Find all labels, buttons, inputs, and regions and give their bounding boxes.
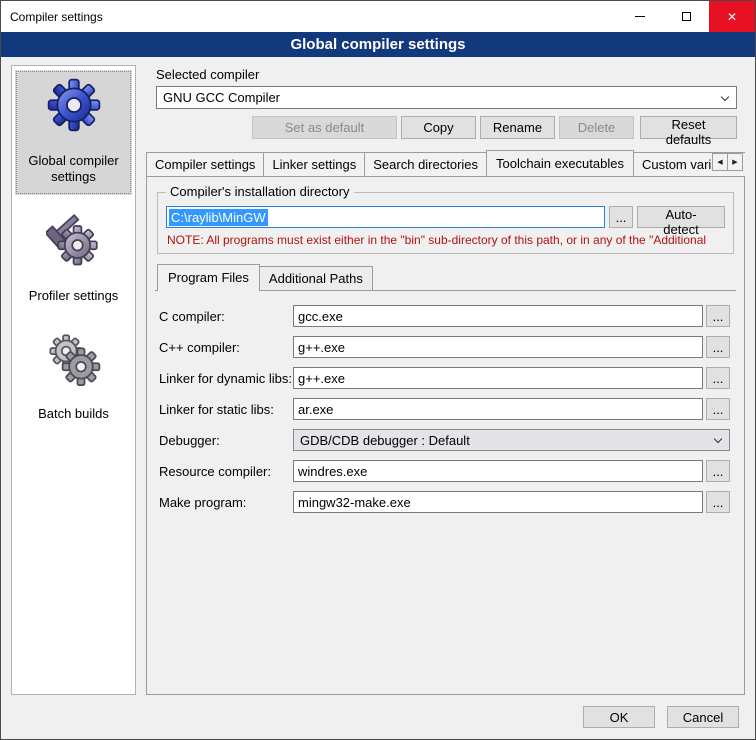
settings-category-sidebar: Global compiler settings — [11, 65, 136, 695]
sidebar-item-label: Profiler settings — [17, 288, 130, 304]
main-panel: Selected compiler GNU GCC Compiler Set a… — [146, 65, 745, 695]
selected-compiler-label: Selected compiler — [156, 67, 737, 82]
linker-dynamic-label: Linker for dynamic libs: — [159, 371, 293, 386]
linker-dynamic-browse-button[interactable]: ... — [706, 367, 730, 389]
installation-directory-group: Compiler's installation directory C:\ray… — [157, 192, 734, 254]
tab-scroll-controls: ◀ ▶ — [713, 153, 743, 171]
tab-additional-paths[interactable]: Additional Paths — [259, 266, 373, 290]
chevron-down-icon — [721, 93, 729, 101]
chevron-down-icon — [714, 435, 722, 443]
form-row: Make program: ... — [159, 491, 730, 513]
ok-button[interactable]: OK — [583, 706, 655, 728]
installation-directory-value: C:\raylib\MinGW — [169, 209, 268, 226]
titlebar[interactable]: Compiler settings ✕ — [1, 1, 755, 32]
debugger-label: Debugger: — [159, 433, 293, 448]
tab-scroll-right-button[interactable]: ▶ — [727, 153, 743, 171]
form-row: Resource compiler: ... — [159, 460, 730, 482]
compiler-actions-row: Set as default Copy Rename Delete Reset … — [156, 116, 737, 139]
installation-directory-input[interactable]: C:\raylib\MinGW — [166, 206, 605, 228]
delete-button: Delete — [559, 116, 634, 139]
tab-program-files[interactable]: Program Files — [157, 264, 260, 291]
maximize-icon — [682, 12, 691, 21]
dialog-header-title: Global compiler settings — [1, 32, 755, 57]
sidebar-item-label: Global compiler settings — [17, 153, 130, 186]
program-files-panel: C compiler: ... C++ compiler: ... Linker… — [155, 291, 736, 686]
selected-compiler-value: GNU GCC Compiler — [163, 90, 280, 105]
cpp-compiler-label: C++ compiler: — [159, 340, 293, 355]
form-row: C++ compiler: ... — [159, 336, 730, 358]
copy-button[interactable]: Copy — [401, 116, 476, 139]
maximize-button[interactable] — [663, 1, 709, 32]
set-as-default-button: Set as default — [252, 116, 397, 139]
resource-compiler-label: Resource compiler: — [159, 464, 293, 479]
resource-compiler-input[interactable] — [293, 460, 703, 482]
installation-directory-group-title: Compiler's installation directory — [166, 184, 354, 199]
cpp-compiler-input[interactable] — [293, 336, 703, 358]
installation-directory-row: C:\raylib\MinGW ... Auto-detect — [166, 206, 725, 228]
auto-detect-button[interactable]: Auto-detect — [637, 206, 725, 228]
c-compiler-browse-button[interactable]: ... — [706, 305, 730, 327]
form-row: Linker for static libs: ... — [159, 398, 730, 420]
linker-static-input[interactable] — [293, 398, 703, 420]
batch-builds-gears-icon — [46, 330, 102, 386]
close-icon: ✕ — [727, 10, 737, 24]
cpp-compiler-browse-button[interactable]: ... — [706, 336, 730, 358]
close-button[interactable]: ✕ — [709, 1, 755, 32]
make-program-browse-button[interactable]: ... — [706, 491, 730, 513]
blue-gear-icon — [46, 77, 102, 133]
cancel-button[interactable]: Cancel — [667, 706, 739, 728]
form-row: Linker for dynamic libs: ... — [159, 367, 730, 389]
program-files-tabbar: Program Files Additional Paths — [155, 264, 736, 291]
tab-compiler-settings[interactable]: Compiler settings — [146, 152, 264, 176]
minimize-icon — [635, 16, 645, 17]
settings-tabbar: Compiler settings Linker settings Search… — [146, 150, 745, 176]
arrow-left-icon: ◀ — [717, 158, 722, 166]
installation-note: NOTE: All programs must exist either in … — [167, 233, 725, 247]
tab-scroll-left-button[interactable]: ◀ — [712, 153, 728, 171]
toolchain-executables-panel: Compiler's installation directory C:\ray… — [146, 176, 745, 695]
window-controls: ✕ — [617, 1, 755, 32]
window-title: Compiler settings — [1, 10, 103, 24]
dialog-footer: OK Cancel — [1, 695, 755, 739]
compiler-settings-dialog: Compiler settings ✕ Global compiler sett… — [0, 0, 756, 740]
selected-compiler-dropdown[interactable]: GNU GCC Compiler — [156, 86, 737, 109]
c-compiler-input[interactable] — [293, 305, 703, 327]
sidebar-item-global-compiler-settings[interactable]: Global compiler settings — [15, 70, 132, 195]
resource-compiler-browse-button[interactable]: ... — [706, 460, 730, 482]
make-program-label: Make program: — [159, 495, 293, 510]
minimize-button[interactable] — [617, 1, 663, 32]
form-row: C compiler: ... — [159, 305, 730, 327]
tab-linker-settings[interactable]: Linker settings — [263, 152, 365, 176]
reset-defaults-button[interactable]: Reset defaults — [640, 116, 737, 139]
linker-static-browse-button[interactable]: ... — [706, 398, 730, 420]
tab-toolchain-executables[interactable]: Toolchain executables — [486, 150, 634, 176]
linker-static-label: Linker for static libs: — [159, 402, 293, 417]
linker-dynamic-input[interactable] — [293, 367, 703, 389]
form-row: Debugger: GDB/CDB debugger : Default — [159, 429, 730, 451]
browse-directory-button[interactable]: ... — [609, 206, 633, 228]
sidebar-item-batch-builds[interactable]: Batch builds — [15, 323, 132, 431]
c-compiler-label: C compiler: — [159, 309, 293, 324]
sidebar-item-profiler-settings[interactable]: Profiler settings — [15, 205, 132, 313]
debugger-dropdown[interactable]: GDB/CDB debugger : Default — [293, 429, 730, 451]
arrow-right-icon: ▶ — [732, 158, 737, 166]
tab-search-directories[interactable]: Search directories — [364, 152, 487, 176]
dialog-content: Global compiler settings — [1, 57, 755, 695]
rename-button[interactable]: Rename — [480, 116, 555, 139]
debugger-value: GDB/CDB debugger : Default — [300, 433, 470, 448]
make-program-input[interactable] — [293, 491, 703, 513]
sidebar-item-label: Batch builds — [17, 406, 130, 422]
profiler-gear-hammer-icon — [46, 212, 102, 268]
